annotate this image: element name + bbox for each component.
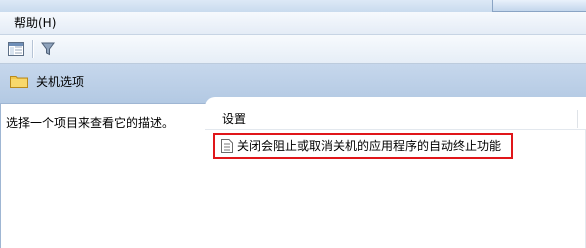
pane-border [0, 104, 1, 248]
description-text: 选择一个项目来查看它的描述。 [6, 116, 175, 130]
policy-setting-icon [221, 139, 233, 153]
window-control-button[interactable] [492, 0, 586, 12]
column-header-label: 设置 [222, 112, 247, 126]
menu-bar: 帮助(H) [0, 12, 586, 35]
filter-icon[interactable] [39, 41, 57, 57]
toolbar-separator [32, 40, 34, 58]
section-title: 关机选项 [36, 75, 85, 89]
column-header-setting[interactable]: 设置 [205, 108, 586, 130]
toolbar [0, 35, 586, 64]
column-divider[interactable] [577, 110, 578, 128]
menu-help[interactable]: 帮助(H) [14, 16, 56, 30]
show-hide-console-tree-icon[interactable] [7, 41, 25, 57]
window-title-bar [0, 0, 586, 12]
list-item[interactable]: 关闭会阻止或取消关机的应用程序的自动终止功能 [213, 133, 513, 159]
list-item-label: 关闭会阻止或取消关机的应用程序的自动终止功能 [237, 139, 502, 153]
folder-icon [10, 74, 28, 88]
